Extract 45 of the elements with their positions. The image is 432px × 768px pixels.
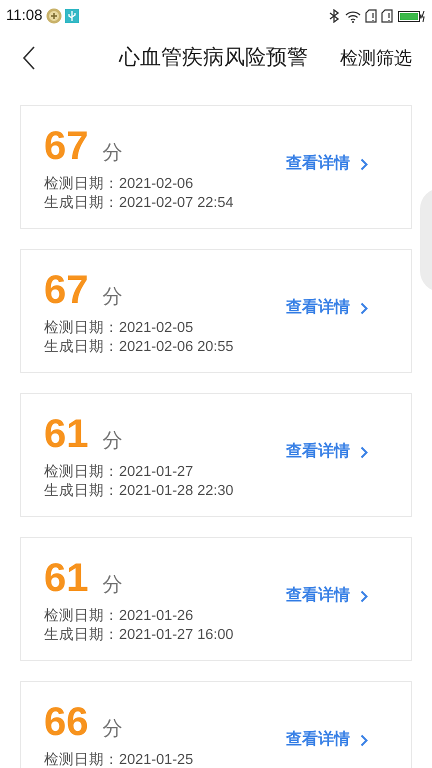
score-value: 61 [44, 556, 88, 600]
chevron-right-icon [360, 158, 368, 170]
details-link[interactable]: 查看详情 [286, 296, 368, 320]
chevron-right-icon [360, 302, 368, 314]
generation-date: 生成日期：2021-01-28 22:30 [44, 482, 234, 501]
record-card[interactable]: 61 分 检测日期：2021-01-26 生成日期：2021-01-27 16:00 查看详情 [20, 537, 412, 661]
chevron-right-icon [360, 590, 368, 602]
sim-icon [381, 9, 393, 23]
detection-date: 检测日期：2021-01-27 [44, 463, 194, 482]
details-link[interactable]: 查看详情 [286, 728, 368, 752]
score-value: 67 [44, 268, 88, 312]
filter-button[interactable]: 检测筛选 [340, 44, 412, 72]
details-link[interactable]: 查看详情 [286, 440, 368, 464]
coin-icon [46, 8, 62, 24]
detection-date: 检测日期：2021-02-06 [44, 175, 194, 194]
sim-icon [365, 9, 377, 23]
score-value: 61 [44, 412, 88, 456]
score-unit: 分 [102, 717, 122, 742]
battery-charging-icon [398, 10, 426, 22]
record-card[interactable]: 67 分 检测日期：2021-02-06 生成日期：2021-02-07 22:54 查看详情 [20, 105, 412, 229]
details-link[interactable]: 查看详情 [286, 584, 368, 608]
detection-date: 检测日期：2021-01-26 [44, 607, 194, 626]
score-unit: 分 [102, 573, 122, 598]
score-value: 66 [44, 700, 88, 744]
detection-date: 检测日期：2021-02-05 [44, 319, 194, 338]
generation-date: 生成日期：2021-02-06 20:55 [44, 338, 234, 357]
status-time: 11:08 [6, 6, 42, 26]
details-link[interactable]: 查看详情 [286, 152, 368, 176]
bluetooth-icon [329, 9, 339, 23]
usb-icon [65, 9, 80, 23]
record-card[interactable]: 61 分 检测日期：2021-01-27 生成日期：2021-01-28 22:30 查看详情 [20, 393, 412, 517]
record-card[interactable]: 66 分 检测日期：2021-01-25 查看详情 [20, 681, 412, 768]
score-value: 67 [44, 124, 88, 168]
score-unit: 分 [102, 141, 122, 166]
score-unit: 分 [102, 285, 122, 310]
score-unit: 分 [102, 429, 122, 454]
generation-date: 生成日期：2021-01-27 16:00 [44, 626, 234, 645]
back-icon [22, 45, 36, 71]
page-title: 心血管疾病风险预警 [119, 45, 308, 72]
wifi-icon [345, 10, 361, 22]
record-card[interactable]: 67 分 检测日期：2021-02-05 生成日期：2021-02-06 20:55 查看详情 [20, 249, 412, 373]
detection-date: 检测日期：2021-01-25 [44, 751, 194, 768]
chevron-right-icon [360, 446, 368, 458]
chevron-right-icon [360, 734, 368, 746]
generation-date: 生成日期：2021-02-07 22:54 [44, 194, 234, 213]
